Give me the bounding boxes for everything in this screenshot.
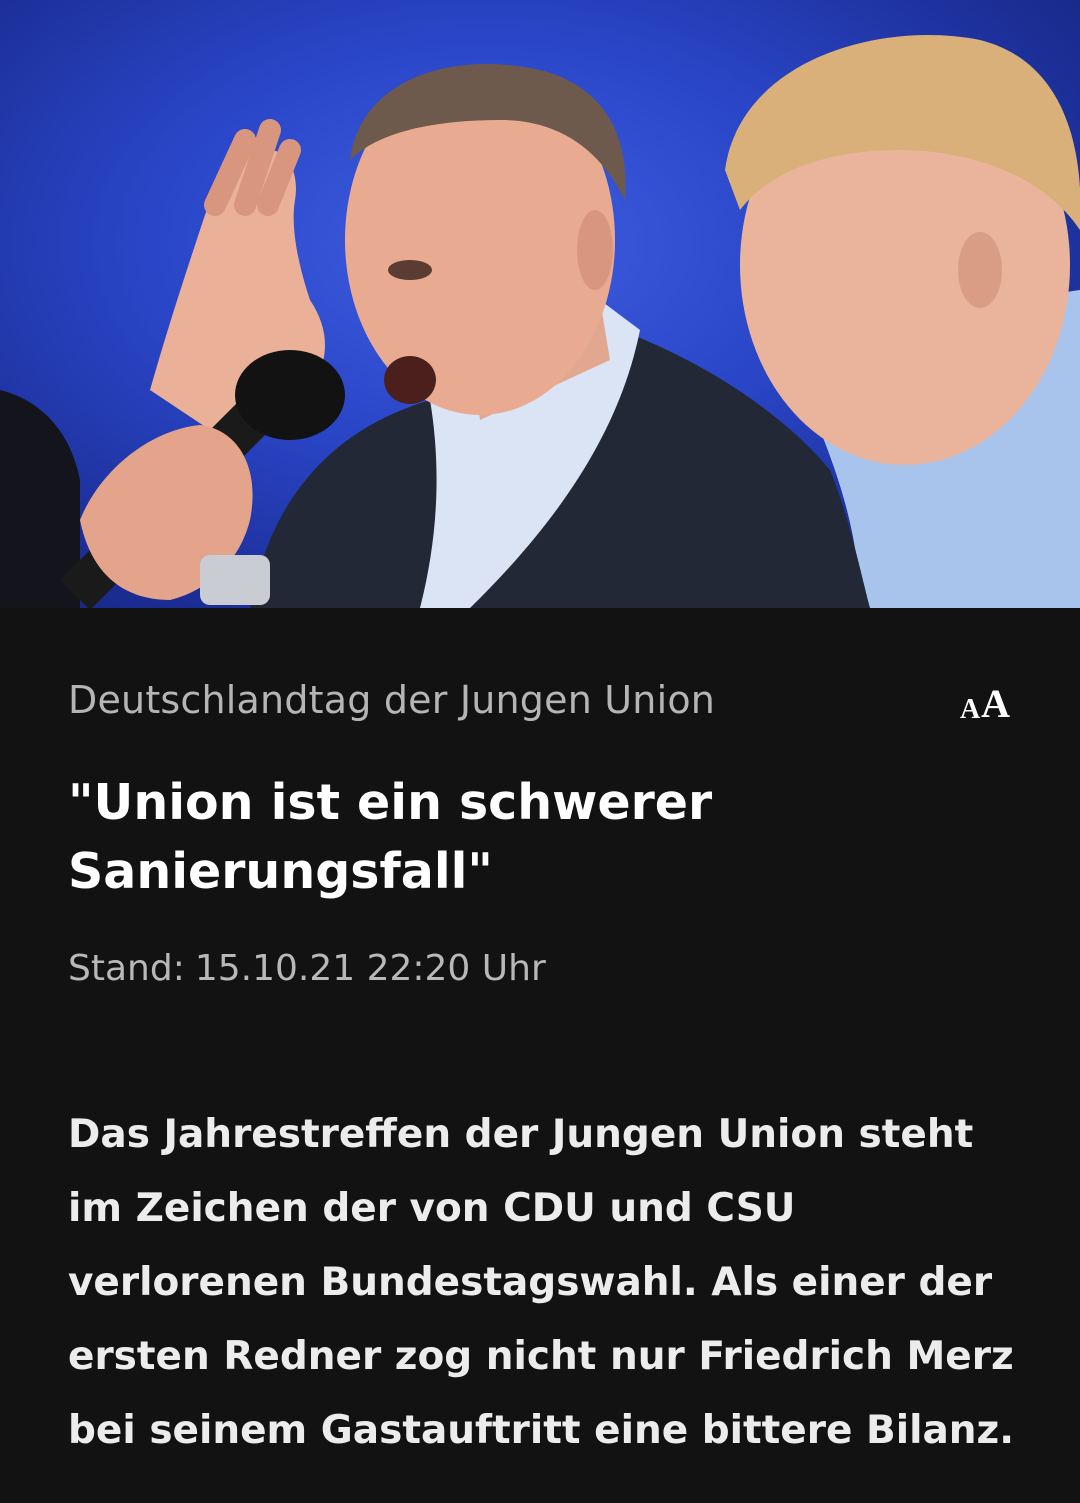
- article-header: Deutschlandtag der Jungen Union A A "Uni…: [0, 608, 1080, 1503]
- hero-photo-illustration: [0, 35, 1080, 608]
- timestamp-value: 15.10.21 22:20 Uhr: [194, 948, 546, 989]
- font-size-large-icon: A: [981, 681, 1011, 726]
- font-size-toggle-button[interactable]: A A: [950, 674, 1020, 724]
- article-headline: "Union ist ein schwerer Sanierungsfall": [68, 774, 713, 900]
- article-hero-image[interactable]: [0, 0, 1080, 608]
- timestamp-label: Stand:: [68, 948, 185, 989]
- font-size-small-icon: A: [959, 694, 981, 725]
- article-teaser: Das Jahrestreffen der Jungen Union steht…: [68, 1112, 1015, 1453]
- article-topline: Deutschlandtag der Jungen Union: [68, 678, 716, 722]
- article-timestamp: Stand: 15.10.21 22:20 Uhr: [68, 948, 546, 989]
